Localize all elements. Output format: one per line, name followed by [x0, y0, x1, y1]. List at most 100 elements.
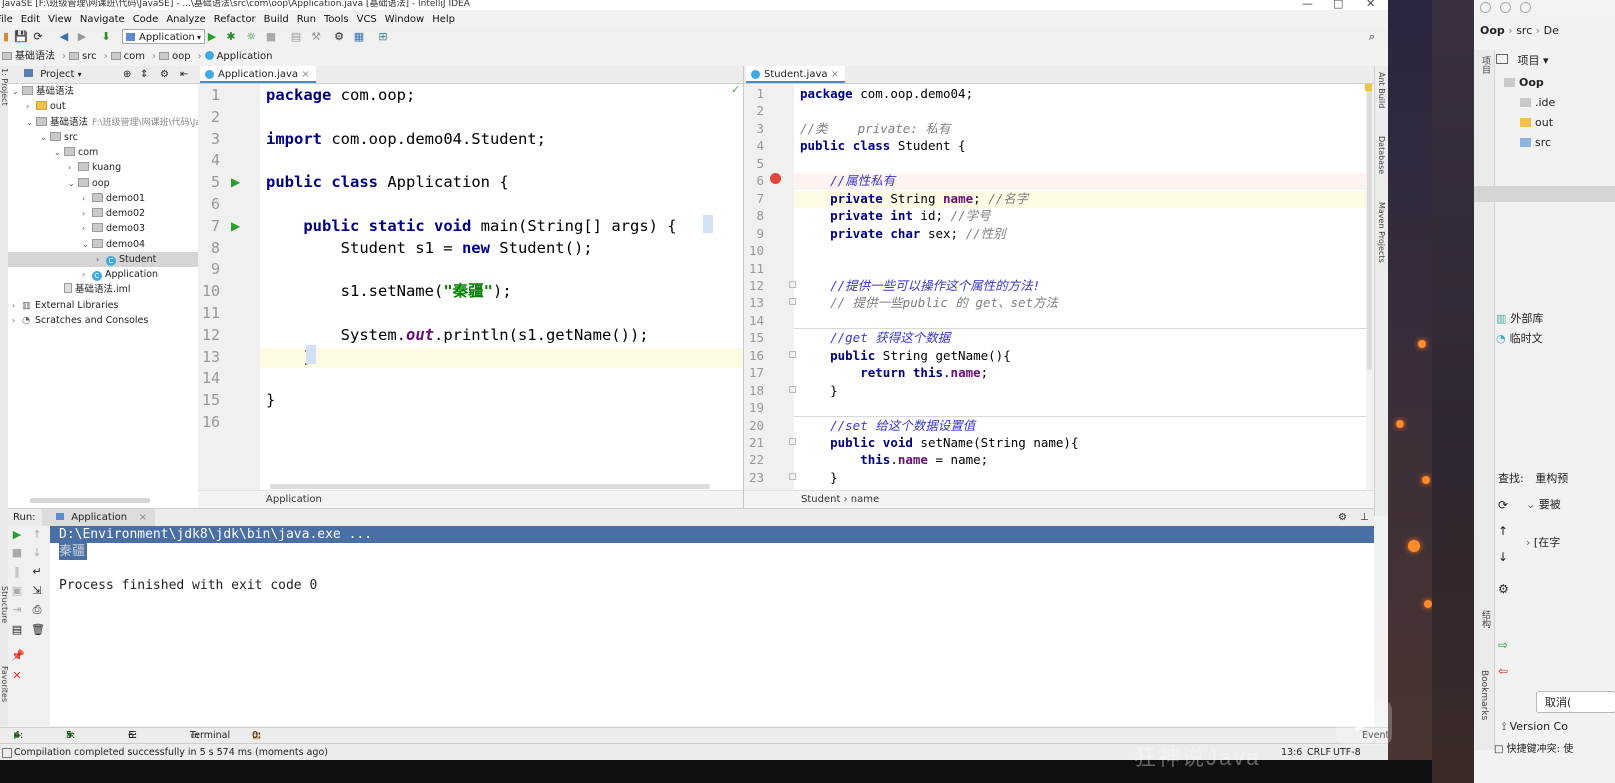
menu-tools[interactable]: Tools: [324, 14, 349, 25]
ide2-find-tab[interactable]: 重构预: [1535, 472, 1568, 485]
ide2-structure-tab[interactable]: 结构: [1479, 610, 1492, 628]
target-icon[interactable]: ⊕: [123, 66, 131, 83]
debug-icon[interactable]: ✱: [225, 31, 237, 43]
hide-icon[interactable]: ⊥: [1360, 509, 1369, 526]
chevron-right-icon[interactable]: ›: [68, 160, 78, 175]
tree-item[interactable]: › ▥ External Libraries: [8, 298, 202, 313]
breadcrumb-item[interactable]: src: [82, 51, 97, 62]
code-editor-right[interactable]: package com.oop.demo04; //类 private: 私有 pu…: [794, 84, 1366, 490]
tree-item[interactable]: ⌄ 基础语法 F:\班级管理\网课班\代码\Ja: [8, 115, 202, 130]
open-folder-icon[interactable]: ▮: [0, 31, 12, 43]
close-icon[interactable]: ✕: [11, 670, 23, 682]
crumb-src[interactable]: src: [1516, 24, 1532, 37]
crumb-class[interactable]: Application: [198, 494, 322, 505]
tree-item[interactable]: › C Student: [8, 251, 202, 267]
print-icon[interactable]: ⎙: [31, 604, 43, 616]
run-tab[interactable]: Application ×: [42, 509, 156, 526]
close-tab-icon[interactable]: ×: [139, 509, 147, 526]
fold-marker[interactable]: [789, 438, 796, 445]
run-gutter-icon[interactable]: ▶: [231, 175, 240, 189]
close-tab-icon[interactable]: ×: [301, 69, 309, 80]
menu-edit[interactable]: Edit: [21, 14, 40, 25]
breadcrumb-item[interactable]: 基础语法: [15, 51, 55, 62]
search-icon[interactable]: ⌕: [1366, 31, 1378, 43]
crumb-project[interactable]: Oop: [1480, 24, 1505, 37]
project-panel-title[interactable]: Project: [40, 69, 74, 80]
editor-right-scrollbar[interactable]: [1367, 90, 1372, 370]
code-editor-left[interactable]: package com.oop; import com.oop.demo04.St…: [260, 84, 743, 490]
crumb-class[interactable]: Student: [744, 494, 840, 505]
editor-left-scrollbar[interactable]: [270, 484, 710, 489]
tool-ant-build-tab[interactable]: Ant Build: [1377, 72, 1386, 108]
tree-item[interactable]: ⌄ 基础语法: [8, 84, 202, 99]
ide2-gear-icon[interactable]: ⚙: [1498, 582, 1509, 596]
wrap-icon[interactable]: ↵: [31, 566, 43, 578]
fold-marker[interactable]: [789, 298, 796, 306]
ide2-down-icon[interactable]: ↓: [1498, 550, 1508, 564]
tree-item[interactable]: › demo02: [8, 206, 202, 221]
chevron-down-icon[interactable]: ▾: [78, 70, 82, 79]
chevron-right-icon[interactable]: ›: [82, 267, 92, 282]
chevron-right-icon[interactable]: ›: [82, 206, 92, 221]
vcs-icon[interactable]: ⊞: [377, 31, 389, 43]
maximize-icon[interactable]: □: [1333, 0, 1343, 9]
minimize-icon[interactable]: [1500, 2, 1511, 13]
ide2-tree-item[interactable]: Oop: [1504, 76, 1544, 89]
tab-student-java[interactable]: Student.java ×: [746, 66, 846, 83]
stop-icon[interactable]: ■: [265, 31, 277, 43]
breakpoint-icon[interactable]: [770, 173, 781, 184]
fold-marker[interactable]: [789, 385, 796, 393]
chevron-down-icon[interactable]: ⌄: [12, 84, 22, 99]
gear-icon[interactable]: ⚙: [160, 66, 169, 83]
chevron-down-icon[interactable]: ⌄: [26, 115, 36, 130]
close-icon[interactable]: ✕: [1366, 0, 1375, 9]
ide2-cancel-button[interactable]: 取消(: [1536, 691, 1615, 713]
tool-database-tab[interactable]: Database: [1377, 136, 1386, 174]
trash-icon[interactable]: 🗑: [31, 624, 45, 636]
ide2-tree-item[interactable]: .ide: [1520, 96, 1555, 109]
ide2-arrow-back-icon[interactable]: ⇦: [1498, 664, 1508, 678]
close-icon[interactable]: [1480, 2, 1491, 13]
collapse-icon[interactable]: ⇕: [140, 66, 148, 83]
hide-icon[interactable]: ⇤: [180, 66, 188, 83]
crumb-package[interactable]: De: [1544, 24, 1559, 37]
console-output[interactable]: D:\Environment\jdk8\jdk\bin\java.exe ...…: [50, 526, 1374, 726]
exit-icon[interactable]: ⇥: [11, 604, 23, 616]
layout-icon[interactable]: ▤: [11, 624, 23, 636]
ide2-tree-item[interactable]: src: [1520, 136, 1551, 149]
tree-item[interactable]: ⌄ src: [8, 130, 202, 145]
cursor-position[interactable]: 13:6: [1281, 744, 1302, 761]
tree-item[interactable]: › C Application: [8, 267, 202, 282]
chevron-down-icon[interactable]: ▾: [1543, 54, 1549, 67]
minimize-icon[interactable]: —: [1302, 0, 1313, 9]
chevron-right-icon[interactable]: ›: [26, 99, 36, 114]
rerun-icon[interactable]: ▶: [11, 529, 23, 541]
line-separator[interactable]: CRLF: [1307, 744, 1331, 761]
pause-icon[interactable]: ‖: [11, 566, 23, 578]
maximize-icon[interactable]: [1520, 2, 1531, 13]
down-icon[interactable]: ↓: [31, 547, 43, 559]
tree-item[interactable]: ⌄ oop: [8, 176, 202, 191]
menu-build[interactable]: Build: [264, 14, 289, 25]
run-gutter-icon[interactable]: ▶: [231, 219, 240, 233]
up-icon[interactable]: ↑: [31, 529, 43, 541]
tree-item[interactable]: › demo01: [8, 191, 202, 206]
chevron-right-icon[interactable]: ›: [82, 191, 92, 206]
sync-icon[interactable]: ⟳: [32, 31, 44, 43]
chevron-right-icon[interactable]: ›: [96, 252, 106, 267]
chevron-down-icon[interactable]: ⌄: [68, 176, 78, 191]
gear-icon[interactable]: ⚙: [1338, 509, 1347, 526]
tool-maven-tab[interactable]: Maven Projects: [1377, 202, 1386, 263]
menu-help[interactable]: Help: [432, 14, 455, 25]
tree-item[interactable]: 基础语法.iml: [8, 282, 202, 297]
back-icon[interactable]: ◀: [58, 31, 70, 43]
chevron-right-icon[interactable]: ›: [12, 298, 22, 313]
coverage-icon[interactable]: ☼: [245, 31, 257, 43]
tree-item[interactable]: › kuang: [8, 160, 202, 175]
chevron-down-icon[interactable]: ⌄: [40, 130, 50, 145]
stop-icon[interactable]: ■: [11, 547, 23, 559]
breadcrumb-item[interactable]: oop: [172, 51, 191, 62]
structure-icon[interactable]: ▦: [353, 31, 365, 43]
tree-item[interactable]: › demo03: [8, 221, 202, 236]
fold-marker[interactable]: [789, 472, 796, 480]
